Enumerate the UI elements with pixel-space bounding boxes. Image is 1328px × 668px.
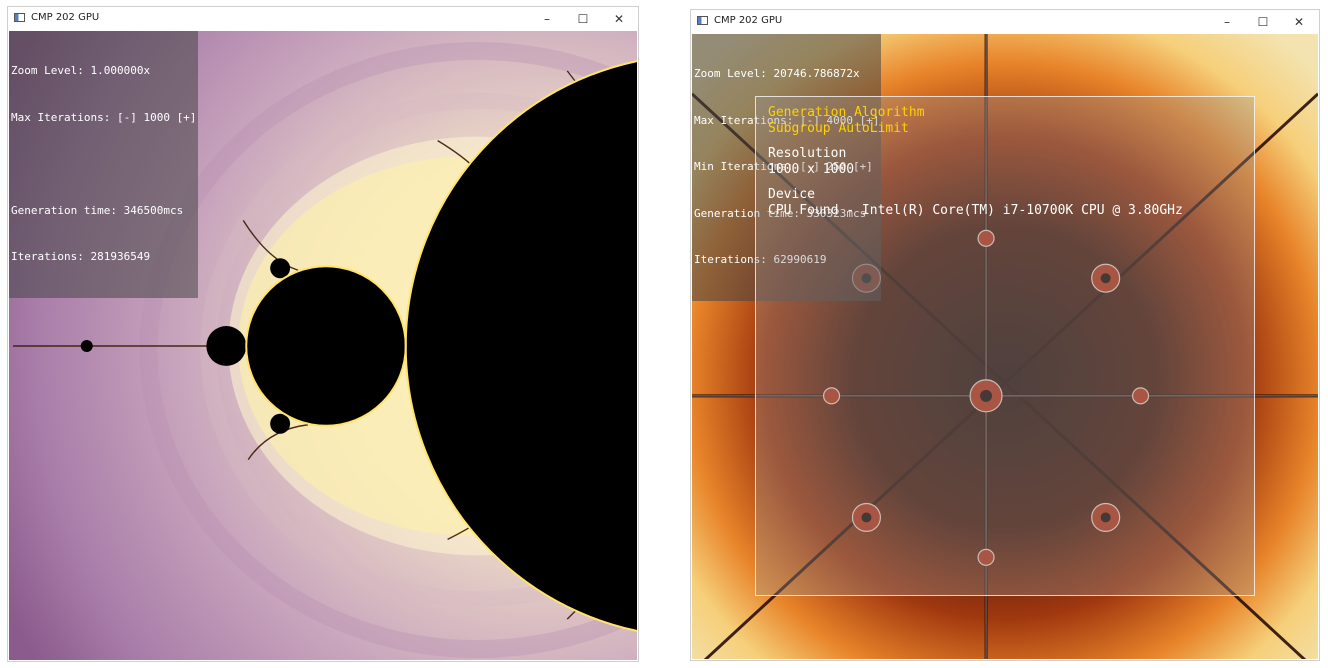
window-title: CMP 202 GPU — [31, 12, 100, 23]
hud-overlay: Zoom Level: 1.000000x Max Iterations: [-… — [9, 31, 199, 298]
window-title: CMP 202 GPU — [714, 15, 783, 26]
minimize-button[interactable]: – — [530, 9, 564, 29]
info-panel: Generation Algorithm Subgroup AutoLimit … — [755, 96, 1255, 596]
mandelbrot-window-left: CMP 202 GPU – ☐ ✕ Zoom Level: 1.000000x … — [7, 6, 639, 662]
generation-time-readout: Generation time: 346500mcs — [11, 203, 184, 217]
resolution-heading: Resolution — [768, 146, 847, 161]
fractal-canvas[interactable]: Zoom Level: 20746.786872x Max Iterations… — [692, 34, 1318, 659]
maximize-button[interactable]: ☐ — [1246, 12, 1280, 32]
app-icon — [697, 16, 708, 25]
title-bar[interactable]: CMP 202 GPU – ☐ ✕ — [691, 10, 1319, 34]
device-heading: Device — [768, 187, 815, 202]
mandelbrot-window-right: CMP 202 GPU – ☐ ✕ Zoom Level: 20746.7868… — [690, 9, 1320, 661]
iterations-readout: Iterations: 281936549 — [11, 250, 151, 263]
maximize-button[interactable]: ☐ — [566, 9, 600, 29]
algorithm-value: Subgroup AutoLimit — [768, 121, 909, 136]
minimize-button[interactable]: – — [1210, 12, 1244, 32]
zoom-level-readout: Zoom Level: 20746.786872x — [694, 67, 860, 80]
device-value: CPU Found - Intel(R) Core(TM) i7-10700K … — [768, 203, 1183, 218]
zoom-level-readout: Zoom Level: 1.000000x — [11, 64, 151, 77]
app-icon — [14, 13, 25, 22]
title-bar[interactable]: CMP 202 GPU – ☐ ✕ — [8, 7, 638, 31]
resolution-value: 1000 x 1000 — [768, 162, 855, 177]
max-iterations-control[interactable]: Max Iterations: [-] 1000 [+] — [11, 110, 196, 126]
algorithm-heading: Generation Algorithm — [768, 105, 925, 120]
close-button[interactable]: ✕ — [1282, 12, 1316, 32]
close-button[interactable]: ✕ — [602, 9, 636, 29]
fractal-canvas[interactable]: Zoom Level: 1.000000x Max Iterations: [-… — [9, 31, 637, 660]
